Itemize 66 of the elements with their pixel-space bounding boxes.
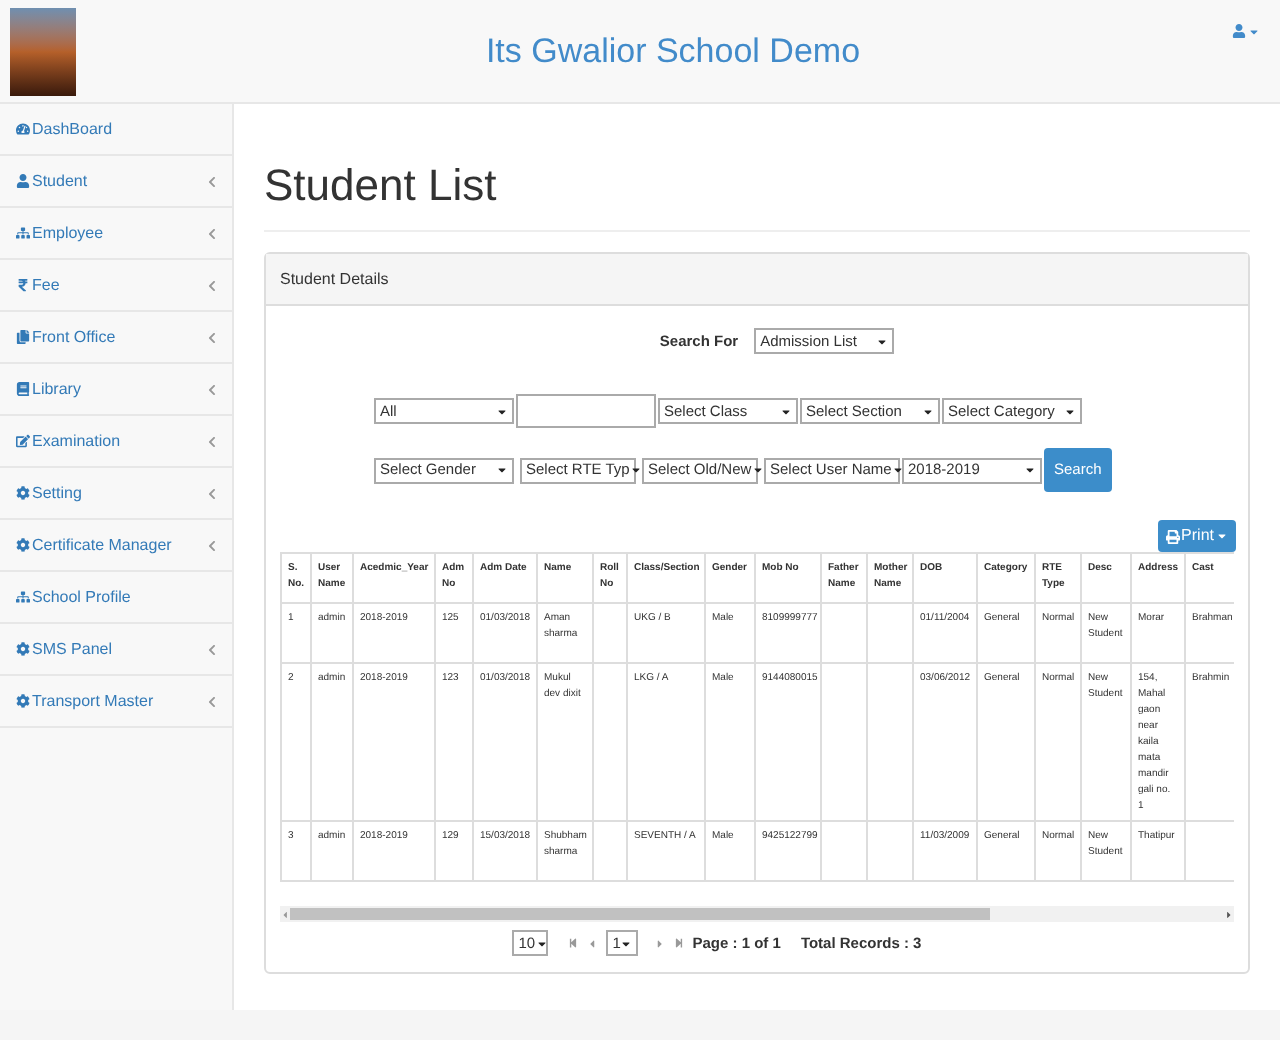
sidebar-item[interactable]: Setting <box>0 468 232 520</box>
sitemap-icon <box>16 590 30 604</box>
sidebar-label: Student <box>32 169 90 193</box>
rupee-icon <box>16 278 30 292</box>
sidebar-item[interactable]: Student <box>0 156 232 208</box>
sidebar-item[interactable]: Employee <box>0 208 232 260</box>
user-menu[interactable] <box>1232 24 1260 38</box>
first-page-icon[interactable] <box>568 938 579 948</box>
sidebar-label: DashBoard <box>32 117 115 141</box>
gear-icon <box>16 538 30 552</box>
sidebar-label: Front Office <box>32 325 118 349</box>
sidebar-label: Employee <box>32 221 106 245</box>
user-icon <box>16 174 30 188</box>
sidebar-item[interactable]: School Profile <box>0 572 232 624</box>
caret-icon <box>1216 530 1228 542</box>
input-field[interactable] <box>516 394 656 428</box>
caret-icon <box>922 405 934 417</box>
previous-page-icon[interactable] <box>586 937 599 949</box>
gear-icon <box>16 486 30 500</box>
caret-icon <box>1248 25 1260 37</box>
scroll-right-icon[interactable] <box>1224 909 1234 919</box>
caret-icon <box>496 405 508 417</box>
sidebar-item[interactable]: Certificate Manager <box>0 520 232 572</box>
sidebar-label: Setting <box>32 481 84 505</box>
sitemap-icon <box>16 226 30 240</box>
book-icon <box>16 382 30 396</box>
copy-icon <box>16 330 30 344</box>
sidebar-item[interactable]: Examination <box>0 416 232 468</box>
caret-icon <box>1024 464 1036 476</box>
sidebar-label: School Profile <box>32 585 133 609</box>
scrollbar-thumb[interactable] <box>290 908 990 920</box>
last-page-icon[interactable] <box>674 938 685 948</box>
sidebar-item[interactable]: DashBoard <box>0 104 232 156</box>
caret-icon <box>876 335 889 347</box>
caret-icon <box>751 464 764 476</box>
sidebar-label: Transport Master <box>32 689 156 713</box>
sidebar-item[interactable]: Front Office <box>0 312 232 364</box>
caret-icon <box>891 464 904 476</box>
scroll-left-icon[interactable] <box>280 909 290 919</box>
sidebar-label: SMS Panel <box>32 637 115 661</box>
page-title: Student List <box>264 152 1250 232</box>
sidebar-label: Fee <box>32 273 62 297</box>
sidebar-label: Examination <box>32 429 123 453</box>
print-icon <box>1165 529 1180 543</box>
sidebar-item[interactable]: Transport Master <box>0 676 232 728</box>
caret-icon <box>496 464 508 476</box>
next-page-icon[interactable] <box>654 937 667 949</box>
gear-icon <box>16 642 30 656</box>
edit-icon <box>16 434 30 448</box>
photo-placeholder <box>10 7 76 95</box>
sidebar-item[interactable]: Library <box>0 364 232 416</box>
sidebar-item[interactable]: SMS Panel <box>0 624 232 676</box>
gear-icon <box>16 694 30 708</box>
caret-icon <box>535 937 548 949</box>
sidebar-label: Library <box>32 377 83 401</box>
user-icon <box>1232 24 1246 38</box>
caret-icon <box>780 405 792 417</box>
print-button[interactable]: Print <box>1157 520 1236 552</box>
sidebar-label: Certificate Manager <box>32 533 174 557</box>
caret-icon <box>1064 405 1076 417</box>
panel-title: Student Details <box>280 267 389 291</box>
app-title: Its Gwalior School Demo <box>485 29 861 74</box>
caret-icon <box>629 464 642 476</box>
sidebar-item[interactable]: Fee <box>0 260 232 312</box>
dashboard-icon <box>16 122 30 136</box>
caret-icon <box>620 937 633 949</box>
